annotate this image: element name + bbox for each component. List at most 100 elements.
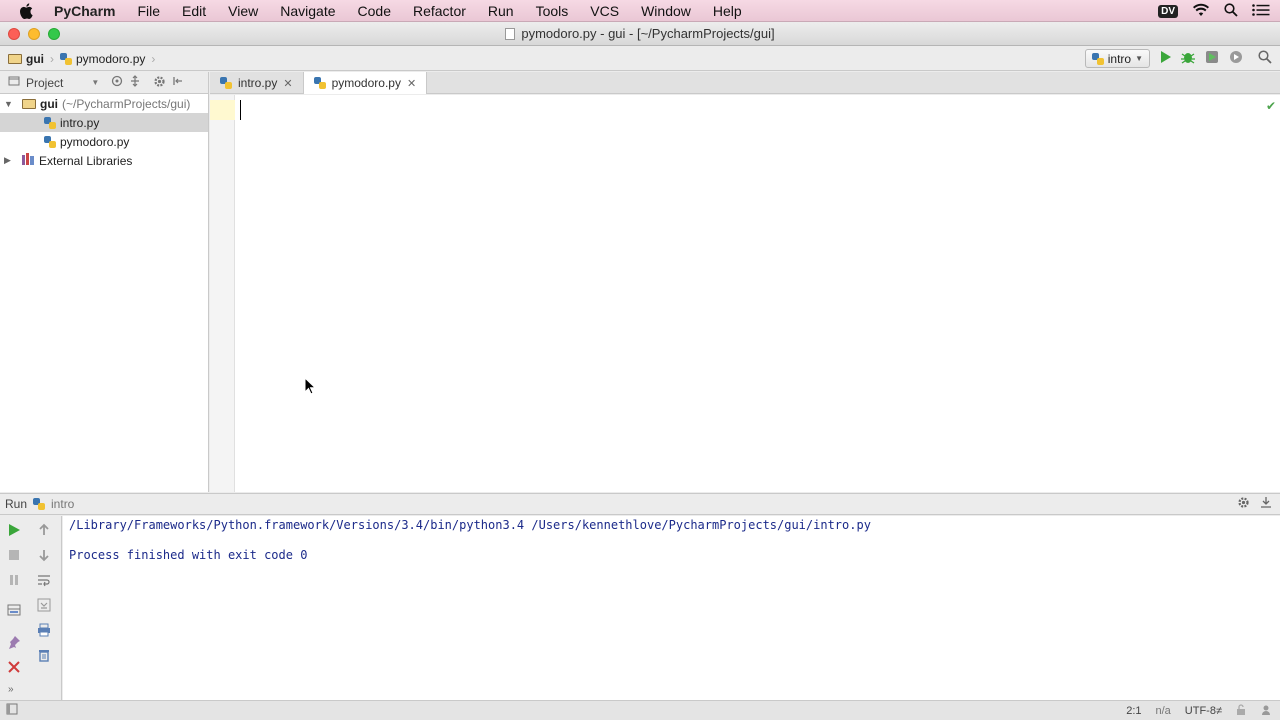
pause-icon[interactable] [7,573,21,587]
editor-gutter [210,95,235,492]
run-header-actions [1237,496,1272,512]
restore-layout-icon[interactable] [7,603,21,617]
notification-center-icon[interactable] [1252,3,1270,19]
tab-label: intro.py [238,76,278,90]
external-libraries-label: External Libraries [39,153,133,168]
window-title-bar: pymodoro.py - gui - [~/PycharmProjects/g… [0,22,1280,46]
menu-app-name[interactable]: PyCharm [54,3,115,19]
up-stack-trace-icon[interactable] [37,523,51,537]
pin-tab-icon[interactable] [7,635,21,649]
window-controls [8,28,60,40]
project-root-name: gui [40,96,58,111]
collapsed-arrow-icon[interactable]: ▶ [4,155,14,166]
project-tool-window: Project ▼ ▼ gui (~/PycharmProjects/gui) … [0,72,209,492]
file-encoding[interactable]: UTF-8≠ [1185,705,1222,717]
scroll-from-source-icon[interactable] [111,75,123,90]
close-tab-icon[interactable]: ✕ [407,77,416,90]
soft-wrap-icon[interactable] [37,573,51,587]
menu-vcs[interactable]: VCS [590,3,619,19]
menu-refactor[interactable]: Refactor [413,3,466,19]
collapse-all-icon[interactable] [129,75,141,90]
caret-position[interactable]: 2:1 [1126,705,1141,717]
navigation-bar: gui › pymodoro.py › intro ▼ [0,47,1280,71]
menu-view[interactable]: View [228,3,258,19]
scroll-to-end-icon[interactable] [37,598,51,612]
profile-icon[interactable] [1228,49,1244,68]
run-configuration-select[interactable]: intro ▼ [1084,49,1150,68]
tab-intro-py[interactable]: intro.py ✕ [210,72,304,94]
search-everywhere-icon[interactable] [1258,50,1272,67]
breadcrumb: gui › pymodoro.py › [0,52,157,66]
run-tool-config[interactable]: intro [51,497,74,511]
gear-icon[interactable] [153,75,166,91]
chevron-down-icon: ▼ [1135,54,1143,63]
menu-help[interactable]: Help [713,3,742,19]
run-tool-header: Run intro [0,493,1280,515]
tab-pymodoro-py[interactable]: pymodoro.py ✕ [303,72,428,94]
line-separator[interactable]: n/a [1156,705,1171,717]
folder-icon [22,98,36,109]
down-stack-trace-icon[interactable] [37,548,51,562]
run-console[interactable]: /Library/Frameworks/Python.framework/Ver… [63,516,1280,700]
tab-label: pymodoro.py [331,76,401,90]
project-root-path: (~/PycharmProjects/gui) [62,96,191,111]
menu-navigate[interactable]: Navigate [280,3,335,19]
library-icon [22,153,35,168]
more-actions-icon[interactable]: » [8,684,22,698]
tree-row-external-libraries[interactable]: ▶ External Libraries [0,151,208,170]
inspection-ok-icon[interactable]: ✔ [1266,99,1276,113]
code-editor[interactable] [235,95,1280,492]
run-icon[interactable] [1158,50,1172,67]
editor-tab-bar: intro.py ✕ pymodoro.py ✕ [210,72,1280,94]
tree-row-file[interactable]: intro.py [0,113,208,132]
menu-run[interactable]: Run [488,3,514,19]
breadcrumb-file[interactable]: pymodoro.py [76,52,145,66]
tree-row-project-root[interactable]: ▼ gui (~/PycharmProjects/gui) [0,94,208,113]
python-file-icon [313,77,326,89]
chevron-down-icon[interactable]: ▼ [91,78,99,87]
toggle-tool-windows-icon[interactable] [6,703,18,718]
console-line: /Library/Frameworks/Python.framework/Ver… [69,518,871,532]
window-minimize-button[interactable] [28,28,40,40]
breadcrumb-separator-icon: › [50,51,54,66]
python-file-icon [1091,52,1104,65]
python-file-icon [220,77,232,89]
dv-badge[interactable]: DV [1158,4,1178,18]
expanded-arrow-icon[interactable]: ▼ [4,99,14,109]
status-right: 2:1 n/a UTF-8≠ [1126,701,1272,720]
run-toolbar-top: intro ▼ [1084,49,1272,68]
window-close-button[interactable] [8,28,20,40]
clear-all-icon[interactable] [37,648,51,662]
menu-window[interactable]: Window [641,3,691,19]
run-with-coverage-icon[interactable] [1204,49,1220,68]
stop-icon[interactable] [7,548,21,562]
wifi-icon[interactable] [1192,3,1210,20]
menu-edit[interactable]: Edit [182,3,206,19]
hide-panel-icon[interactable] [172,75,184,90]
spotlight-search-icon[interactable] [1224,2,1238,20]
python-file-icon [33,498,46,510]
project-view-label[interactable]: Project [26,76,63,90]
tree-row-file[interactable]: pymodoro.py [0,132,208,151]
run-side-toolbar: » [0,516,62,700]
breadcrumb-project[interactable]: gui [26,52,44,66]
inspector-icon[interactable] [1260,704,1272,719]
hide-panel-icon[interactable] [1260,496,1272,512]
menu-tools[interactable]: Tools [536,3,569,19]
gear-icon[interactable] [1237,496,1250,512]
rerun-icon[interactable] [7,523,21,537]
lock-icon[interactable] [1236,703,1246,719]
close-run-icon[interactable] [7,660,21,674]
text-caret [240,100,241,120]
window-zoom-button[interactable] [48,28,60,40]
apple-logo-icon[interactable] [19,2,37,19]
menu-code[interactable]: Code [358,3,391,19]
close-tab-icon[interactable]: ✕ [283,77,292,90]
mouse-pointer-icon [304,376,317,398]
debug-icon[interactable] [1180,49,1196,68]
menubar-status-area: DV [1158,0,1270,22]
print-icon[interactable] [37,623,51,637]
tree-file-name: intro.py [60,115,100,130]
menu-file[interactable]: File [137,3,160,19]
document-icon [505,27,516,40]
